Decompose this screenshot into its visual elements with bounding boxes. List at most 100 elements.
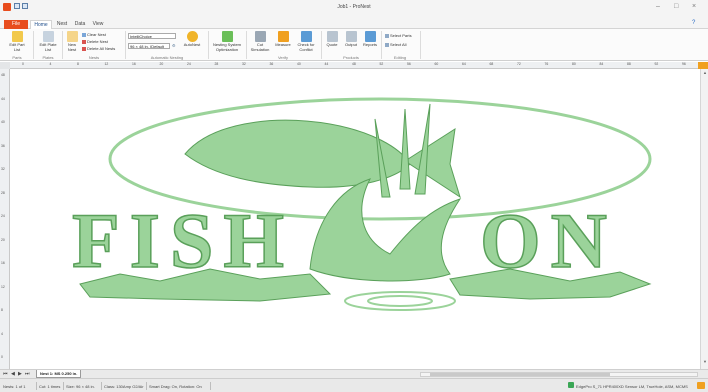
ruler-tick-label: 60	[434, 62, 439, 66]
select-parts-label: Select Parts	[390, 33, 412, 38]
tab-view[interactable]: View	[90, 20, 106, 29]
prev-nest-icon[interactable]: ◀	[11, 371, 15, 377]
ruler-tick-label: 0	[1, 355, 3, 359]
horizontal-scroll-thumb[interactable]	[430, 373, 610, 376]
ruler-tick-label: 64	[462, 62, 466, 66]
group-automatic-nesting-label: Automatic Nesting	[150, 55, 184, 60]
check-for-conflict-button[interactable]: Check for Conflict	[294, 31, 318, 52]
clear-nest-label: Clear Nest	[87, 32, 106, 37]
ruler-tick-label: 36	[1, 143, 5, 148]
delete-all-nests-label: Delete All Nests	[87, 46, 116, 51]
nest-tab[interactable]: Nest 1: MS 0.250 in.	[36, 370, 82, 378]
new-nest-label: New Nest	[67, 42, 77, 52]
group-nests-label: Nests	[88, 55, 100, 60]
minimize-button[interactable]: –	[656, 3, 660, 10]
nesting-system-optimization-button[interactable]: Nesting System Optimization	[210, 31, 244, 52]
select-parts-icon	[385, 34, 389, 38]
output-button[interactable]: Output	[342, 31, 360, 48]
quote-label: Quote	[326, 42, 338, 47]
status-size: Size: 96 × 48 in.	[66, 384, 95, 389]
tab-nest[interactable]: Nest	[54, 20, 70, 29]
ruler-tick-label: 52	[379, 62, 384, 66]
ruler-tick-label: 80	[572, 62, 576, 66]
ribbon-home: Edit Part List Parts Edit Plate List Pla…	[0, 29, 708, 61]
help-icon[interactable]: ?	[692, 20, 695, 26]
ruler-tick-label: 56	[407, 62, 411, 66]
edit-part-list-label: Edit Part List	[9, 42, 25, 52]
cut-simulation-button[interactable]: Cut Simulation	[248, 31, 272, 52]
reports-icon	[364, 31, 376, 42]
scroll-down-icon[interactable]: ▼	[703, 359, 707, 364]
next-nest-icon[interactable]: ▶	[18, 371, 22, 377]
close-button[interactable]: ×	[692, 3, 696, 10]
nesting-strategy-select[interactable]: IntelliChoice	[128, 33, 176, 39]
ruler-tick-label: 68	[489, 62, 494, 66]
reports-button[interactable]: Reports	[361, 31, 379, 48]
edit-part-list-button[interactable]: Edit Part List	[6, 31, 28, 52]
status-nests: Nests: 1 of 1	[3, 384, 26, 389]
reports-label: Reports	[362, 42, 377, 47]
edit-plate-list-button[interactable]: Edit Plate List	[37, 31, 59, 52]
group-products-label: Products	[343, 55, 359, 60]
ruler-tick-label: 20	[1, 237, 5, 242]
panel-toggle-icon[interactable]	[698, 62, 708, 69]
delete-all-nests-button[interactable]: Delete All Nests	[82, 46, 115, 51]
ripple	[367, 295, 433, 307]
notification-icon[interactable]	[697, 382, 705, 389]
delete-nest-button[interactable]: Delete Nest	[82, 39, 108, 44]
ruler-tick-label: 72	[517, 62, 521, 66]
select-parts-button[interactable]: Select Parts	[385, 33, 412, 38]
ribbon-separator	[62, 31, 63, 59]
last-nest-icon[interactable]: ⏭	[25, 371, 30, 377]
ruler-tick-label: 44	[1, 96, 5, 101]
ribbon-separator	[208, 31, 209, 59]
output-label: Output	[344, 42, 357, 47]
ruler-tick-label: 32	[1, 167, 5, 171]
nesting-system-optimization-label: Nesting System Optimization	[212, 42, 241, 52]
select-all-button[interactable]: Select All	[385, 42, 406, 47]
ruler-tick-label: 48	[352, 62, 356, 66]
fish-tail	[404, 127, 461, 199]
delete-all-nests-icon	[82, 47, 86, 51]
ruler-tick-label: 4	[1, 331, 3, 336]
select-all-icon	[385, 43, 389, 47]
new-nest-button[interactable]: New Nest	[64, 31, 80, 52]
ruler-tick-label: 20	[159, 62, 164, 66]
status-separator	[210, 382, 211, 390]
autonest-label: AutoNest	[183, 42, 201, 47]
status-smart-drag: Smart Drag: On, Rotation: On	[149, 384, 202, 389]
measure-button[interactable]: Measure	[273, 31, 293, 48]
nest-canvas[interactable]: FISH ON	[10, 69, 700, 369]
artwork-fish-text: FISH	[72, 197, 294, 284]
title-bar: Job1 - ProNest – □ ×	[0, 0, 708, 20]
group-parts-label: Parts	[12, 55, 22, 60]
optimization-icon	[221, 31, 233, 42]
tab-data[interactable]: Data	[72, 20, 88, 29]
status-separator	[63, 382, 64, 390]
ruler-tick-label: 88	[627, 62, 631, 66]
ruler-tick-label: 48	[1, 73, 5, 77]
plate-size-select[interactable]: 96 × 48 in. (Default	[128, 43, 170, 49]
plate-list-icon	[42, 31, 54, 42]
cut-simulation-label: Cut Simulation	[250, 42, 270, 52]
first-nest-icon[interactable]: ⏮	[3, 371, 8, 377]
nest-artwork: FISH ON	[71, 97, 652, 311]
status-class: Class: 130Amp O2/Air	[104, 384, 144, 389]
group-editing-label: Editing	[393, 55, 407, 60]
part-list-icon	[11, 31, 23, 42]
nest-tab-bar: ⏮ ◀ ▶ ⏭ Nest 1: MS 0.250 in.	[0, 369, 708, 378]
status-cut: Cut: 1 times	[39, 384, 61, 389]
autonest-button[interactable]: AutoNest	[182, 31, 202, 48]
maximize-button[interactable]: □	[674, 3, 678, 10]
measure-label: Measure	[275, 42, 291, 47]
ruler-tick-label: 12	[104, 62, 109, 66]
clear-nest-button[interactable]: Clear Nest	[82, 32, 106, 37]
ruler-tick-label: 40	[1, 120, 5, 124]
plate-settings-icon[interactable]: ⚙	[172, 43, 176, 48]
quote-button[interactable]: Quote	[323, 31, 341, 48]
scroll-up-icon[interactable]: ▲	[703, 70, 707, 75]
check-conflict-icon	[300, 31, 312, 42]
vertical-scrollbar[interactable]: ▲ ▼	[700, 69, 708, 369]
tab-file[interactable]: File	[4, 20, 28, 29]
ruler-tick-label: 24	[187, 62, 191, 66]
